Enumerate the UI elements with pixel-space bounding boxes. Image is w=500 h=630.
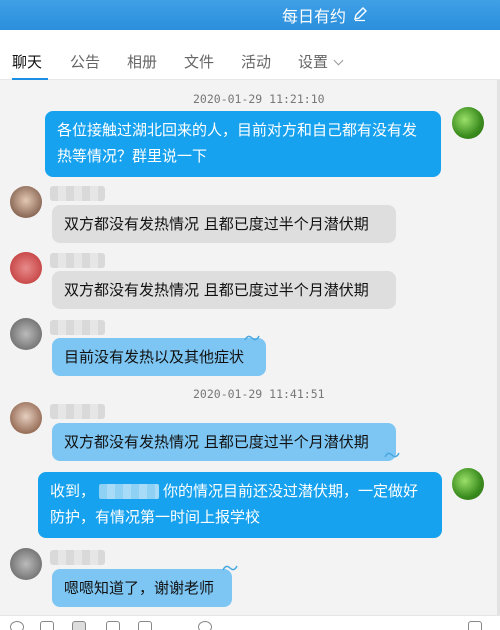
tab-chat[interactable]: 聊天 [12, 51, 42, 72]
message-text-prefix: 收到， [50, 482, 96, 500]
message-bubble-received: 嗯嗯知道了，谢谢老师 [52, 569, 232, 607]
group-title: 每日有约 [282, 7, 347, 26]
screenshot-icon[interactable] [40, 621, 54, 630]
image-icon[interactable] [138, 621, 152, 630]
message-bubble-sent: 收到， 你的情况目前还没过潜伏期，一定做好防护，有情况第一时间上报学校 [38, 472, 442, 538]
tab-album[interactable]: 相册 [127, 51, 157, 72]
message-bubble-received: 双方都没有发热情况 且都已度过半个月潜伏期 [52, 205, 396, 243]
tab-announcements[interactable]: 公告 [70, 51, 100, 72]
sender-name [50, 186, 105, 201]
avatar[interactable] [10, 548, 42, 580]
message-bubble-received: 目前没有发热以及其他症状 [52, 338, 266, 376]
scissors-icon[interactable] [72, 621, 86, 630]
sender-name [50, 253, 105, 268]
bubble-decoration-icon [384, 452, 400, 458]
avatar[interactable] [10, 318, 42, 350]
sender-name [50, 404, 105, 419]
bubble-decoration-icon [222, 565, 238, 571]
emoji-icon[interactable] [10, 621, 24, 630]
sender-name [50, 320, 105, 335]
bubble-decoration-icon [244, 335, 260, 341]
input-toolbar [0, 615, 500, 630]
message-bubble-received: 双方都没有发热情况 且都已度过半个月潜伏期 [52, 423, 396, 461]
mentioned-name [99, 484, 160, 499]
tab-bar: 聊天 公告 相册 文件 活动 设置 [0, 30, 500, 80]
message-timestamp: 2020-01-29 11:41:51 [193, 387, 325, 401]
chevron-down-icon [333, 55, 344, 66]
avatar[interactable] [452, 107, 484, 139]
folder-icon[interactable] [106, 621, 120, 630]
message-timestamp: 2020-01-29 11:21:10 [193, 92, 325, 106]
tab-files[interactable]: 文件 [184, 51, 214, 72]
sender-name [50, 550, 105, 565]
tab-settings-label: 设置 [298, 53, 329, 71]
message-bubble-sent: 各位接触过湖北回来的人，目前对方和自己都有没有发热等情况？群里说一下 [45, 111, 441, 177]
avatar[interactable] [10, 402, 42, 434]
avatar[interactable] [10, 186, 42, 218]
tab-settings[interactable]: 设置 [298, 51, 344, 72]
voice-icon[interactable] [198, 621, 212, 630]
message-bubble-received: 双方都没有发热情况 且都已度过半个月潜伏期 [52, 271, 396, 309]
title-bar: 每日有约 [0, 0, 500, 30]
avatar[interactable] [10, 252, 42, 284]
tab-activities[interactable]: 活动 [241, 51, 271, 72]
avatar[interactable] [452, 468, 484, 500]
pencil-icon[interactable] [352, 6, 368, 22]
history-icon[interactable] [468, 621, 482, 630]
